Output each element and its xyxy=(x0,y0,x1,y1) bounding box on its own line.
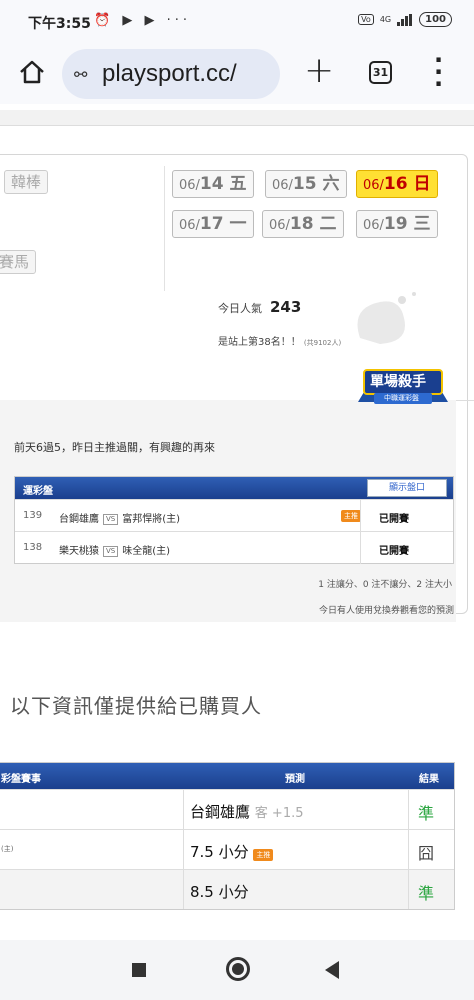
result-mark: 囧 xyxy=(418,844,435,863)
prediction-table-header: 彩盤賽事 預測 結果 xyxy=(0,763,454,789)
splash-decoration-icon xyxy=(357,292,416,344)
games-table-header: 運彩盤 顯示盤口 xyxy=(15,477,453,499)
games-table-title: 運彩盤 xyxy=(23,486,53,497)
show-odds-button[interactable]: 顯示盤口 xyxy=(367,479,447,497)
new-tab-icon[interactable]: + xyxy=(304,50,334,91)
badge-title: 單場殺手 xyxy=(370,374,426,390)
home-icon[interactable] xyxy=(18,58,46,86)
date-button-0614[interactable]: 06/14 五 xyxy=(172,170,254,198)
popularity-count: 243 xyxy=(270,298,302,316)
date-button-0617[interactable]: 06/17 一 xyxy=(172,210,254,238)
signal-icon xyxy=(397,13,413,26)
main-pick-tag: 主推 xyxy=(253,849,274,861)
rank-text: 是站上第38名！！ (共9102人) xyxy=(218,337,342,348)
status-bar: 下午3:55 ⏰ ▶ ▶ ··· Vo 4G 100 xyxy=(0,0,474,44)
status-time: 下午3:55 xyxy=(28,16,91,32)
prediction-table: 彩盤賽事 預測 結果 台鋼雄鷹 客 +1.5 準 (主) 7.5 小分 主推 囧… xyxy=(0,762,455,910)
date-button-0619[interactable]: 06/19 三 xyxy=(356,210,438,238)
buyer-notice: 以下資訊僅提供給已購買人 xyxy=(10,694,262,718)
vs-icon: VS xyxy=(103,513,119,525)
notification-icons: ⏰ ▶ ▶ ··· xyxy=(94,13,191,28)
table-row: (主) 7.5 小分 主推 囧 xyxy=(0,829,454,869)
address-bar[interactable]: ⚯ playsport.cc/ xyxy=(62,49,280,99)
table-row[interactable]: 139 台鋼雄鷹 VS 富邦悍將(主) 主推 已開賽 xyxy=(15,499,453,532)
menu-icon[interactable]: · · · xyxy=(434,48,443,96)
site-info-icon[interactable]: ⚯ xyxy=(74,65,87,84)
pick-count-note: 1 注讓分、0 注不讓分、2 注大小 xyxy=(318,580,452,590)
date-button-0616[interactable]: 06/16 日 xyxy=(356,170,438,198)
date-button-0615[interactable]: 06/15 六 xyxy=(265,170,347,198)
url-text[interactable]: playsport.cc/ xyxy=(102,60,237,88)
battery-icon: 100 xyxy=(419,12,452,27)
table-row: 台鋼雄鷹 客 +1.5 準 xyxy=(0,789,454,829)
game-status: 已開賽 xyxy=(379,514,409,525)
killer-message: 前天6過5，昨日主推過關，有興趣的再來 xyxy=(14,441,215,454)
date-button-0618[interactable]: 06/18 二 xyxy=(262,210,344,238)
divider xyxy=(164,166,165,291)
main-pick-tag: 主推 xyxy=(341,510,361,522)
page-header-border xyxy=(0,110,474,126)
result-mark: 準 xyxy=(418,804,435,823)
tab-switcher-button[interactable]: 31 xyxy=(369,61,392,84)
badge-subtitle: 中職運彩盤 xyxy=(384,394,419,402)
system-icons: Vo 4G 100 xyxy=(358,12,452,27)
sport-tab-horse-racing[interactable]: 賽馬 xyxy=(0,250,37,274)
vs-icon: VS xyxy=(103,545,119,557)
browser-toolbar: ⚯ playsport.cc/ + 31 · · · xyxy=(0,44,474,104)
home-nav-icon[interactable] xyxy=(226,957,250,981)
web-page: 韓棒 賽馬 06/14 五 06/15 六 06/16 日 06/17 一 06… xyxy=(0,104,474,940)
games-table: 運彩盤 顯示盤口 139 台鋼雄鷹 VS 富邦悍將(主) 主推 已開賽 138 樂天… xyxy=(14,476,454,564)
table-row: 8.5 小分 準 xyxy=(0,869,454,909)
network-label: 4G xyxy=(379,15,392,24)
single-game-killer-badge: 單場殺手 中職運彩盤 xyxy=(358,366,448,412)
result-mark: 準 xyxy=(418,884,435,903)
system-nav-bar xyxy=(0,940,474,1000)
volte-icon: Vo xyxy=(358,14,374,25)
popularity: 今日人氣 243 xyxy=(218,298,302,316)
back-icon[interactable] xyxy=(325,961,339,979)
game-status: 已開賽 xyxy=(379,546,409,557)
recents-icon[interactable] xyxy=(132,963,146,977)
sport-tab-kbo[interactable]: 韓棒 xyxy=(4,170,49,194)
table-row[interactable]: 138 樂天桃猿 VS 味全龍(主) 已開賽 xyxy=(15,531,453,564)
voucher-note: 今日有人使用兌換券觀看您的預測 xyxy=(318,606,454,616)
